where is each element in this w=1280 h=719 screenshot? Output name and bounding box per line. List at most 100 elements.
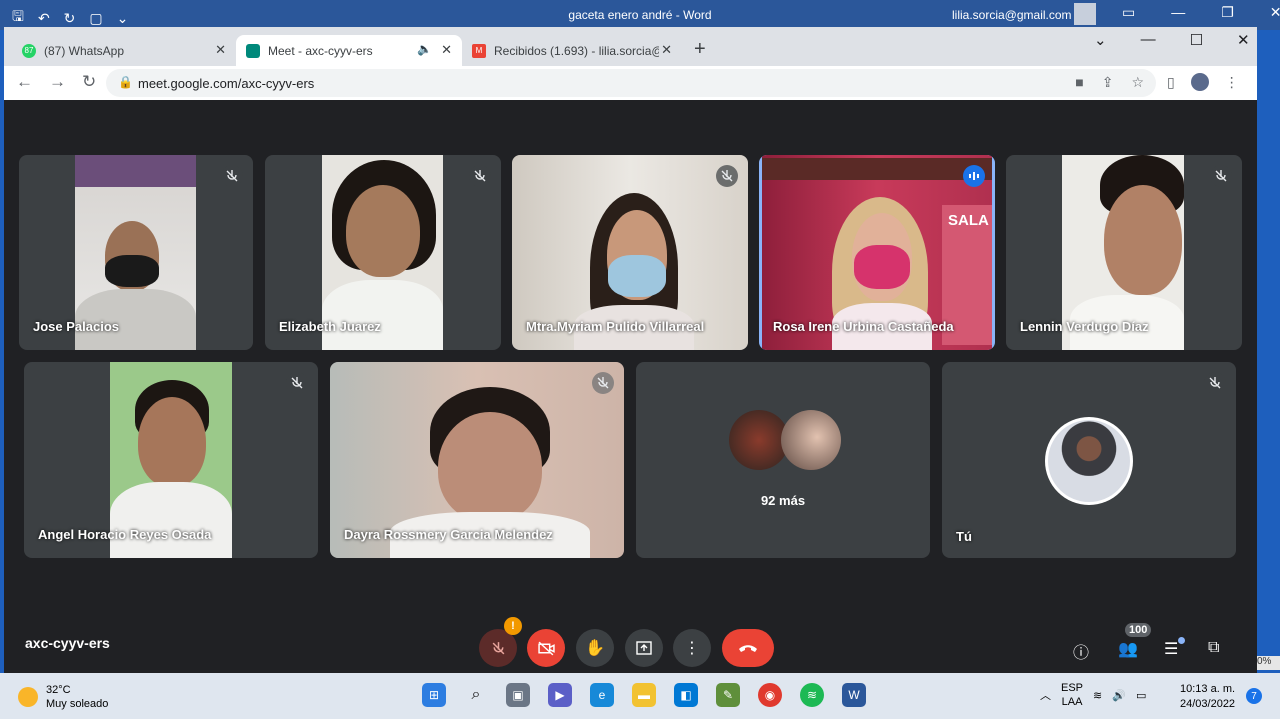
mic-off-icon: [592, 372, 614, 394]
tab-gmail[interactable]: M Recibidos (1.693) - lilia.sorcia@gm ✕: [462, 35, 682, 66]
tab-label: (87) WhatsApp: [44, 43, 125, 58]
tab-search-icon[interactable]: ⌄: [1094, 31, 1107, 49]
close-icon[interactable]: ✕: [1270, 4, 1280, 21]
language-indicator[interactable]: ESP LAA: [1061, 681, 1083, 709]
maximize-icon[interactable]: ☐: [1190, 31, 1203, 49]
participant-tile[interactable]: Lennin Verdugo Díaz: [1006, 155, 1242, 350]
more-participants-label: 92 más: [760, 493, 806, 508]
hand-icon: ✋: [585, 640, 605, 657]
participant-tile[interactable]: Dayra Rossmery Garcia Melendez: [330, 362, 624, 558]
clock[interactable]: 10:13 a. m. 24/03/2022: [1180, 682, 1235, 712]
participant-tile[interactable]: Elizabeth Juarez: [265, 155, 501, 350]
present-icon: [636, 641, 652, 655]
chrome-icon[interactable]: ◉: [758, 683, 782, 707]
share-icon[interactable]: ⇪: [1102, 74, 1114, 91]
file-explorer-icon[interactable]: ▬: [632, 683, 656, 707]
mic-off-icon: [469, 165, 491, 187]
participant-count-badge: 100: [1125, 623, 1152, 637]
system-tray: ︿ ESP LAA ≋ 🔊 ▭: [1040, 681, 1146, 709]
self-tile[interactable]: Tú: [942, 362, 1236, 558]
mic-off-icon: [1210, 165, 1232, 187]
participant-name: Mtra.Myriam Pulido Villarreal: [526, 319, 705, 334]
teams-chat-icon[interactable]: ▶: [548, 683, 572, 707]
participant-name: Tú: [956, 529, 972, 544]
participant-tile[interactable]: Mtra.Myriam Pulido Villarreal: [512, 155, 748, 350]
mic-alert-badge[interactable]: !: [504, 617, 522, 635]
back-icon[interactable]: ←: [16, 72, 33, 92]
gmail-icon: M: [472, 43, 486, 58]
task-view-icon[interactable]: ▣: [506, 683, 530, 707]
participant-name: Elizabeth Juarez: [279, 319, 381, 334]
participant-tile-active-speaker[interactable]: SALA Rosa Irene Urbina Castañeda: [759, 155, 995, 350]
meet-stage: Jose Palacios Elizabeth Juarez Mtra.Myri…: [4, 100, 1257, 673]
participant-tile[interactable]: Jose Palacios: [19, 155, 253, 350]
tab-whatsapp[interactable]: 87 (87) WhatsApp ✕: [12, 35, 236, 66]
present-screen-button[interactable]: [625, 629, 663, 667]
profile-avatar[interactable]: [1190, 73, 1209, 91]
new-tab-icon[interactable]: +: [694, 38, 706, 61]
search-icon[interactable]: ⌕: [464, 683, 488, 707]
taskbar-apps: ⊞ ⌕ ▣ ▶ e ▬ ◧ ✎ ◉ ≋ W: [422, 683, 866, 707]
sun-icon: [18, 687, 38, 707]
word-zoom-level: 0%: [1257, 656, 1280, 670]
forward-icon[interactable]: →: [49, 72, 66, 92]
close-tab-icon[interactable]: ✕: [215, 42, 226, 58]
word-icon[interactable]: W: [842, 683, 866, 707]
reload-icon[interactable]: ↻: [82, 72, 96, 92]
chat-icon[interactable]: ☰: [1164, 639, 1178, 659]
camera-icon[interactable]: ■: [1075, 74, 1083, 91]
store-icon[interactable]: ◧: [674, 683, 698, 707]
temperature: 32°C: [46, 684, 71, 696]
word-user-email[interactable]: lilia.sorcia@gmail.com: [952, 8, 1072, 22]
browser-toolbar: ← → ↻ 🔒 meet.google.com/axc-cyyv-ers ■ ⇪…: [4, 66, 1257, 100]
minimize-icon[interactable]: —: [1141, 31, 1156, 49]
keyboard-layout: LAA: [1061, 696, 1083, 708]
chevron-up-icon[interactable]: ︿: [1040, 687, 1051, 703]
close-tab-icon[interactable]: ✕: [661, 42, 672, 58]
word-window-controls: ▭ — ❐ ✕: [1122, 4, 1280, 21]
close-tab-icon[interactable]: ✕: [441, 42, 452, 58]
wifi-icon[interactable]: ≋: [1093, 689, 1102, 702]
tab-meet[interactable]: Meet - axc-cyyv-ers 🔈 ✕: [236, 35, 462, 66]
self-avatar: [1045, 417, 1133, 505]
people-icon[interactable]: 👥: [1118, 639, 1138, 659]
edge-icon[interactable]: e: [590, 683, 614, 707]
volume-icon[interactable]: 🔊: [1112, 689, 1126, 702]
menu-kebab-icon[interactable]: ⋮: [1225, 74, 1239, 91]
ribbon-display-icon[interactable]: ▭: [1122, 4, 1135, 21]
more-options-button[interactable]: ⋮: [673, 629, 711, 667]
minimize-icon[interactable]: —: [1171, 4, 1185, 21]
spotify-icon[interactable]: ≋: [800, 683, 824, 707]
participant-name: Lennin Verdugo Díaz: [1020, 319, 1149, 334]
battery-icon[interactable]: ▭: [1136, 689, 1146, 702]
word-user-avatar[interactable]: [1074, 3, 1096, 25]
notepad-icon[interactable]: ✎: [716, 683, 740, 707]
side-panel-icon[interactable]: ▯: [1167, 74, 1175, 91]
leave-call-button[interactable]: [722, 629, 774, 667]
notification-badge[interactable]: 7: [1246, 688, 1262, 704]
raise-hand-button[interactable]: ✋: [576, 629, 614, 667]
bookmark-star-icon[interactable]: ☆: [1131, 74, 1144, 91]
weather-widget[interactable]: 32°C Muy soleado: [18, 683, 108, 711]
lock-icon[interactable]: 🔒: [118, 75, 133, 89]
time: 10:13 a. m.: [1180, 683, 1236, 695]
weather-description: Muy soleado: [46, 698, 109, 710]
audio-playing-icon[interactable]: 🔈: [417, 42, 432, 56]
address-bar[interactable]: 🔒 meet.google.com/axc-cyyv-ers ■ ⇪ ☆: [106, 69, 1156, 97]
close-icon[interactable]: ✕: [1237, 31, 1250, 49]
participant-tile[interactable]: Angel Horacio Reyes Osada: [24, 362, 318, 558]
date: 24/03/2022: [1180, 698, 1236, 710]
omnibox-icons: ■ ⇪ ☆: [1075, 74, 1144, 91]
meet-icon: [246, 43, 260, 58]
restore-icon[interactable]: ❐: [1221, 4, 1234, 21]
url-text[interactable]: meet.google.com/axc-cyyv-ers: [138, 76, 314, 91]
more-participants-tile[interactable]: 92 más: [636, 362, 930, 558]
start-icon[interactable]: ⊞: [422, 683, 446, 707]
camera-toggle-button[interactable]: [527, 629, 565, 667]
chat-unread-dot: [1178, 637, 1185, 644]
meeting-details-icon[interactable]: ⓘ: [1073, 639, 1089, 663]
sala-sign-text: SALA: [948, 212, 989, 229]
meeting-code[interactable]: axc-cyyv-ers: [25, 635, 110, 651]
tab-label: Recibidos (1.693) - lilia.sorcia@gm: [494, 43, 659, 58]
activities-icon[interactable]: ⧉: [1208, 639, 1219, 657]
